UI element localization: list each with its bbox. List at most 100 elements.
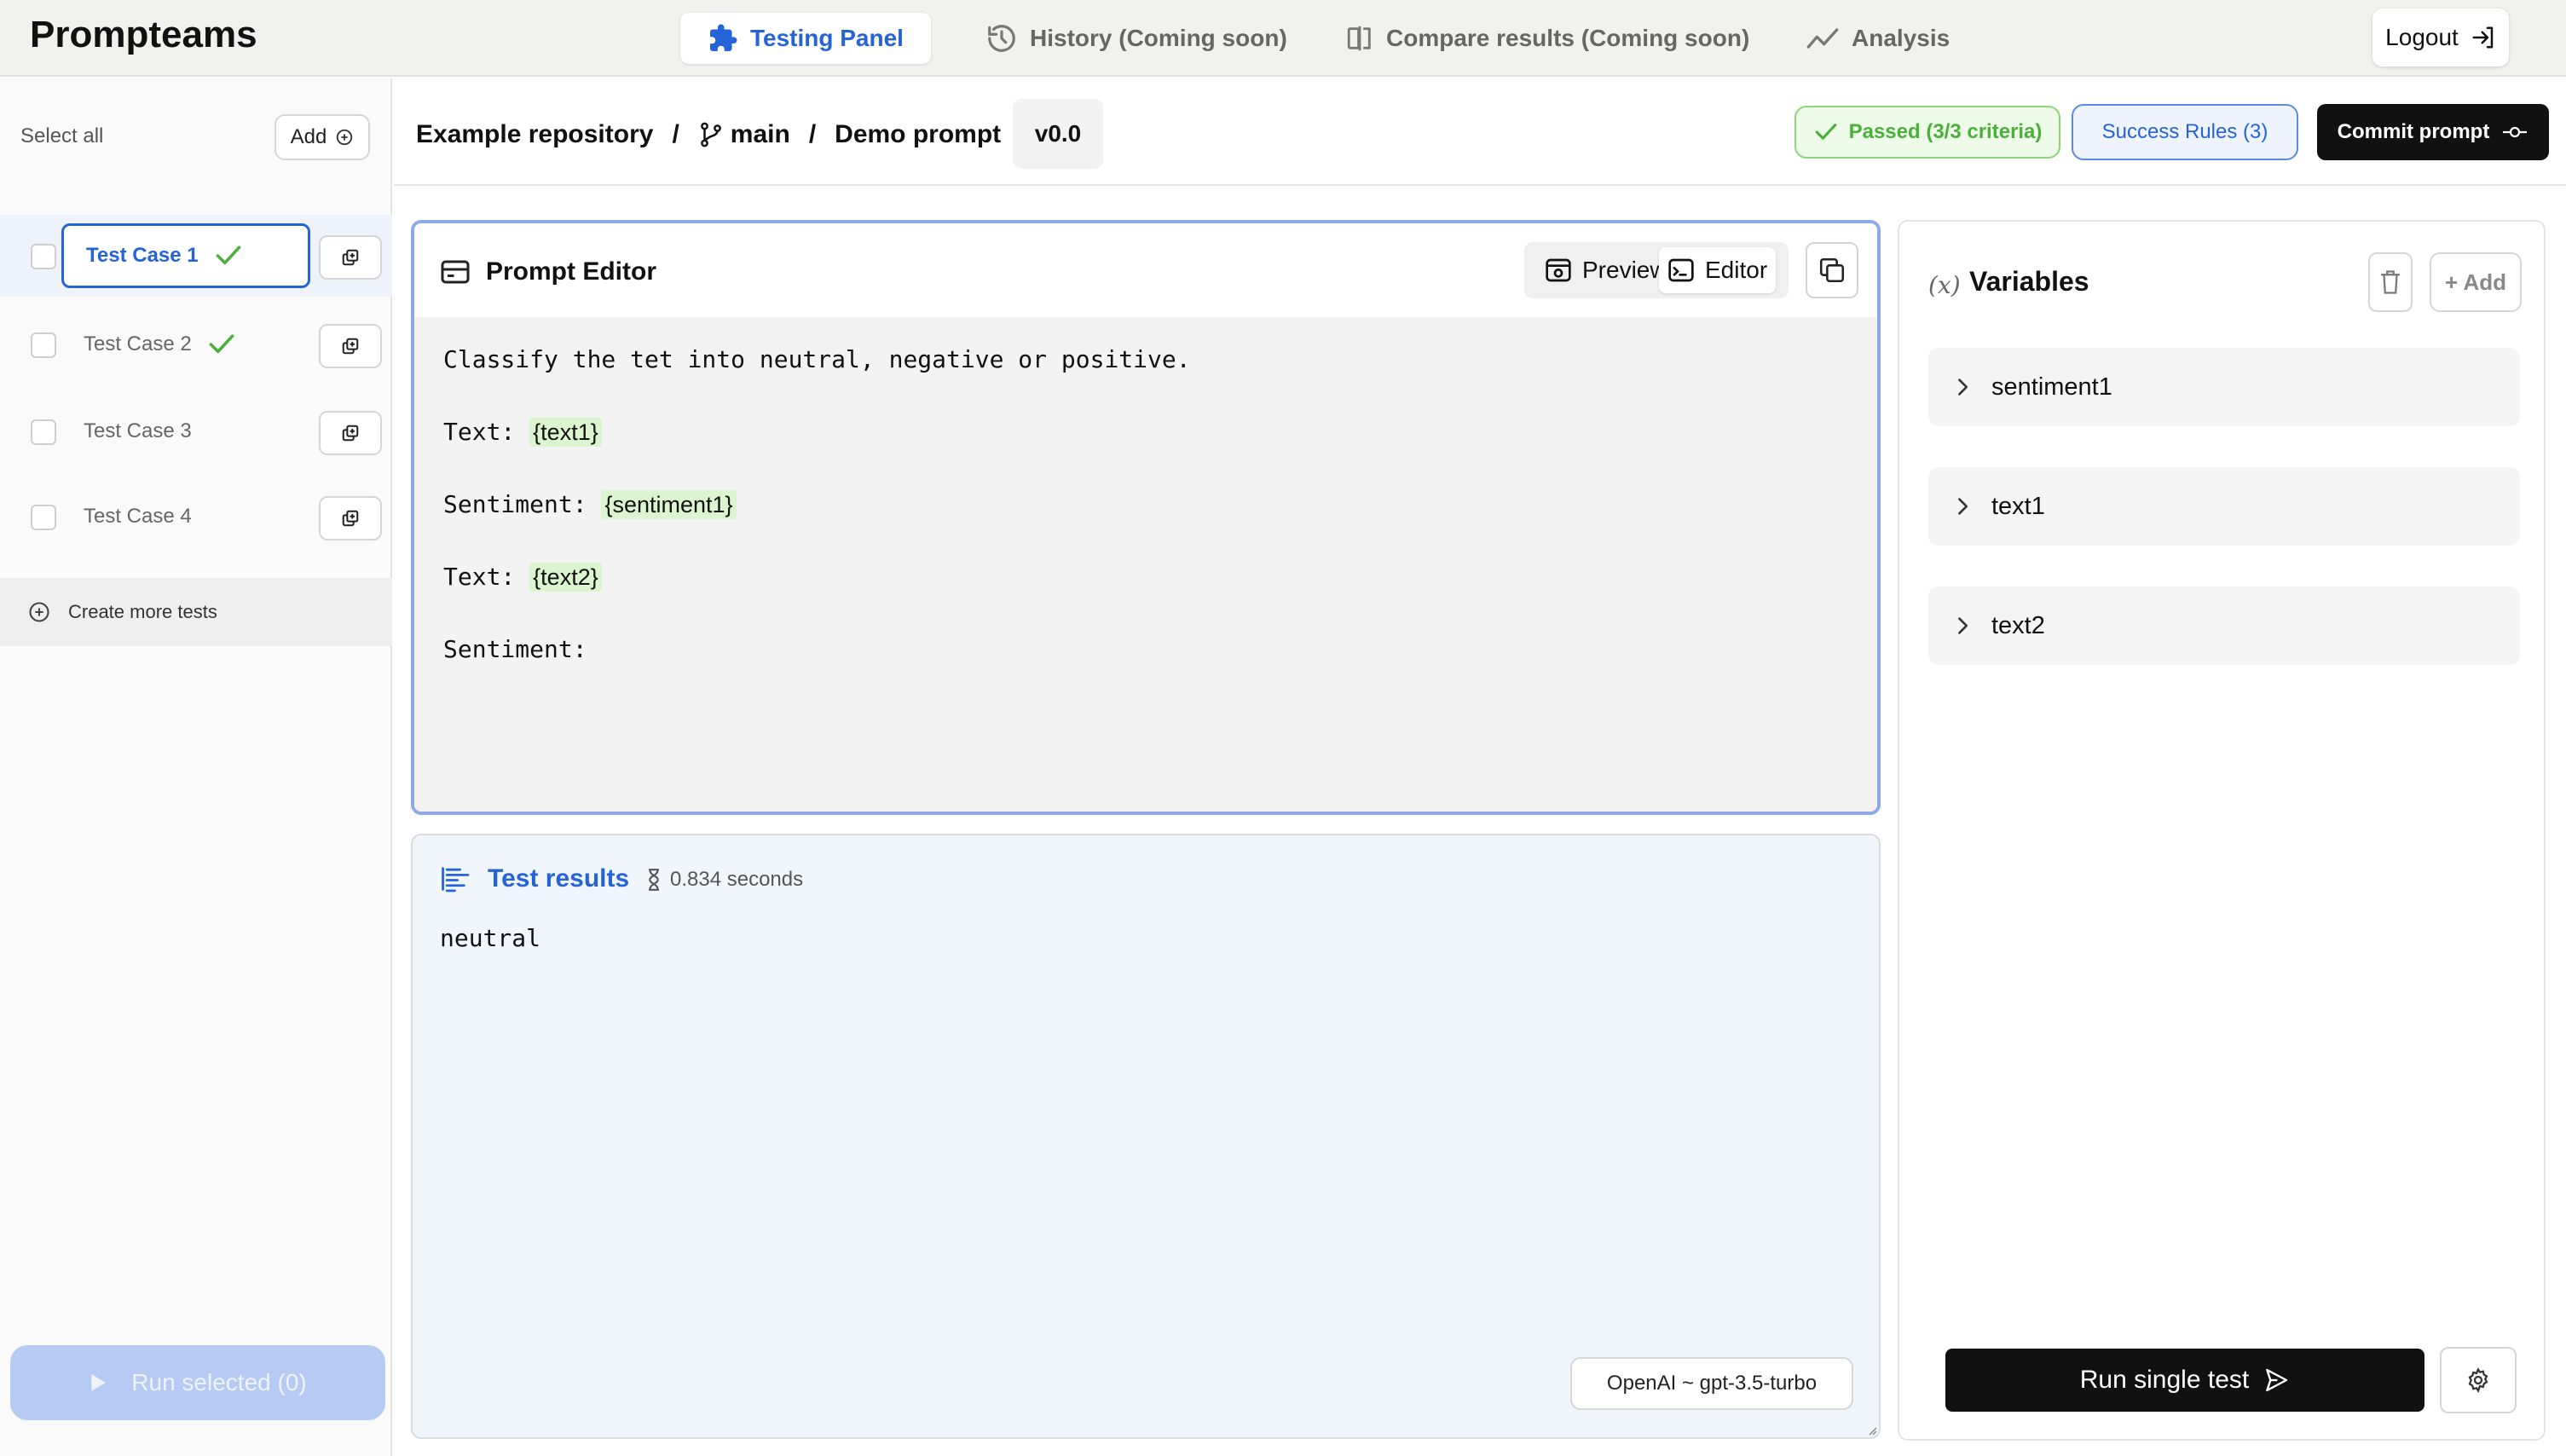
prompt-line-text: Sentiment: — [443, 490, 602, 518]
test-case-label: Test Case 2 — [84, 332, 192, 355]
tab-history[interactable]: History (Coming soon) — [958, 13, 1315, 64]
variable-token: {sentiment1} — [601, 490, 737, 519]
variable-item[interactable]: text1 — [1928, 467, 2520, 546]
duplicate-test-button[interactable] — [319, 324, 382, 368]
breadcrumb-separator: / — [808, 120, 817, 148]
copy-icon — [1818, 256, 1846, 285]
prompt-line-text: Classify the tet into neutral, negative … — [443, 345, 1191, 373]
test-case-checkbox[interactable] — [31, 244, 56, 269]
prompt-editor-panel: Prompt Editor Preview Editor Classify th… — [411, 220, 1881, 815]
commit-prompt-button[interactable]: Commit prompt — [2317, 104, 2549, 160]
tab-testing-panel[interactable]: Testing Panel — [680, 13, 931, 64]
variable-name: text2 — [1991, 611, 2045, 639]
variable-item[interactable]: text2 — [1928, 586, 2520, 665]
breadcrumb-prompt[interactable]: Demo prompt — [835, 120, 1001, 149]
duplicate-test-button[interactable] — [319, 496, 382, 540]
delete-variable-button[interactable] — [2368, 252, 2413, 312]
breadcrumb-repository[interactable]: Example repository — [416, 120, 653, 149]
duplicate-test-button[interactable] — [319, 411, 382, 455]
model-selector[interactable]: OpenAI ~ gpt-3.5-turbo — [1570, 1357, 1853, 1410]
test-case-label: Test Case 3 — [84, 419, 192, 442]
test-output-text: neutral — [440, 924, 541, 952]
test-case-checkbox[interactable] — [31, 505, 56, 530]
editor-tab[interactable]: Editor — [1659, 247, 1777, 293]
commit-label: Commit prompt — [2337, 120, 2490, 143]
test-case-row: Test Case 3 — [0, 390, 392, 472]
copy-prompt-button[interactable] — [1806, 242, 1858, 298]
test-case-label: Test Case 4 — [84, 505, 192, 528]
editor-label: Editor — [1705, 257, 1768, 283]
test-results-title: Test results — [488, 864, 630, 893]
test-case-item[interactable]: Test Case 2 — [61, 312, 310, 377]
duplicate-icon — [341, 509, 360, 528]
preview-tab[interactable]: Preview — [1536, 247, 1676, 293]
tab-label: Testing Panel — [750, 25, 904, 51]
add-test-case-button[interactable]: Add — [275, 114, 370, 160]
test-case-row: Test Case 2 — [0, 303, 392, 385]
duplicate-test-button[interactable] — [319, 235, 382, 280]
test-case-checkbox[interactable] — [31, 419, 56, 445]
run-single-test-button[interactable]: Run single test — [1945, 1349, 2424, 1412]
plus-circle-icon — [335, 128, 354, 147]
duplicate-icon — [341, 337, 360, 355]
prompt-line: Text: {text2} — [443, 560, 1848, 633]
history-icon — [985, 22, 1018, 55]
puzzle-icon — [708, 23, 738, 54]
prompt-editor-header: Prompt Editor Preview Editor — [414, 223, 1877, 317]
variable-token: {text2} — [529, 563, 602, 592]
prompt-text-area[interactable]: Classify the tet into neutral, negative … — [414, 317, 1877, 812]
variable-item[interactable]: sentiment1 — [1928, 348, 2520, 426]
window-icon — [440, 259, 471, 285]
results-list-icon — [440, 864, 472, 893]
variables-panel: (x) Variables + Add sentiment1 text1 tex… — [1898, 220, 2546, 1441]
chevron-right-icon — [1956, 496, 1969, 517]
duration-value: 0.834 seconds — [670, 868, 804, 891]
trash-icon — [2379, 269, 2401, 295]
variable-name: sentiment1 — [1991, 373, 2112, 401]
app-logo: Prompteams — [30, 14, 257, 55]
passed-label: Passed (3/3 criteria) — [1848, 120, 2043, 143]
duplicate-icon — [341, 424, 360, 442]
logout-label: Logout — [2385, 24, 2459, 50]
tab-label: Compare results (Coming soon) — [1386, 25, 1750, 51]
create-more-tests-button[interactable]: Create more tests — [0, 578, 392, 646]
breadcrumb-separator: / — [672, 120, 679, 148]
select-all-link[interactable]: Select all — [20, 124, 103, 148]
test-case-item[interactable]: Test Case 1 — [61, 223, 310, 288]
version-selector[interactable]: v0.0 — [1013, 99, 1103, 169]
tab-analysis[interactable]: Analysis — [1778, 13, 1977, 64]
play-icon — [89, 1372, 107, 1393]
passed-status-badge[interactable]: Passed (3/3 criteria) — [1794, 106, 2060, 159]
tab-label: Analysis — [1852, 25, 1951, 51]
settings-button[interactable] — [2440, 1347, 2517, 1413]
test-case-item[interactable]: Test Case 4 — [61, 484, 310, 549]
prompt-line-text: Text: — [443, 563, 530, 591]
test-case-checkbox[interactable] — [31, 332, 56, 358]
success-rules-button[interactable]: Success Rules (3) — [2072, 104, 2298, 160]
add-variable-button[interactable]: + Add — [2430, 252, 2522, 312]
logout-button[interactable]: Logout — [2372, 9, 2509, 66]
test-case-row: Test Case 4 — [0, 476, 392, 558]
chevron-right-icon — [1956, 615, 1969, 636]
chevron-right-icon — [1956, 377, 1969, 397]
test-case-item[interactable]: Test Case 3 — [61, 399, 310, 464]
test-case-row: Test Case 1 — [0, 215, 392, 297]
create-more-label: Create more tests — [68, 601, 217, 622]
preview-label: Preview — [1582, 257, 1667, 283]
header-divider — [394, 184, 2566, 186]
run-selected-button[interactable]: Run selected (0) — [10, 1345, 385, 1420]
logout-icon — [2471, 25, 2496, 50]
plus-circle-icon — [27, 600, 51, 624]
eye-icon — [1545, 257, 1572, 283]
resize-handle-icon[interactable] — [1867, 1425, 1877, 1436]
breadcrumb-branch[interactable]: main — [698, 120, 790, 149]
prompt-line-text: Text: — [443, 418, 530, 446]
tab-compare-results[interactable]: Compare results (Coming soon) — [1318, 13, 1777, 64]
view-mode-toggle: Preview Editor — [1524, 242, 1789, 298]
run-single-label: Run single test — [2079, 1366, 2250, 1394]
trend-icon — [1806, 26, 1840, 51]
prompt-line: Sentiment: — [443, 633, 1848, 705]
terminal-icon — [1667, 257, 1695, 283]
check-icon — [207, 332, 236, 356]
variable-name: text1 — [1991, 492, 2045, 520]
